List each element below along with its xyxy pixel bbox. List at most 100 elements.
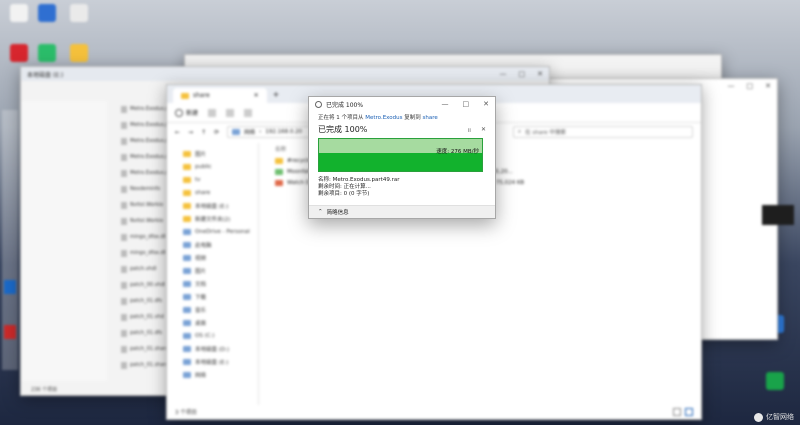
sidebar-item-label: 下载 [195, 294, 207, 301]
progress-heading: 已完成 100% ॥ ✕ [318, 124, 486, 135]
sidebar-item[interactable]: public [167, 160, 258, 173]
sidebar-item[interactable]: 视频 [167, 251, 258, 264]
folder-icon [183, 176, 191, 183]
folder-icon [183, 319, 191, 326]
paste-icon[interactable] [244, 108, 253, 117]
back-window-nav [21, 101, 107, 381]
sidebar-item[interactable]: 网络 [167, 368, 258, 381]
sidebar-item[interactable]: 文档 [167, 277, 258, 290]
dest-link[interactable]: share [422, 115, 437, 121]
dialog-title: 已完成 100% [326, 101, 364, 109]
search-placeholder: 在 share 中搜索 [525, 130, 566, 136]
copy-prefix: 正在将 1 个项目从 [318, 115, 364, 121]
list-item-label: Nvtlol.Workio [130, 202, 164, 208]
sidebar-item[interactable]: 图片 [167, 264, 258, 277]
list-item-label: patch.vhdl [130, 266, 157, 272]
less-details-button[interactable]: ⌃ 简略信息 [309, 205, 495, 218]
tab-label: share [193, 92, 210, 99]
sidebar-item-label: 桌面 [195, 320, 207, 327]
search-input[interactable]: ⌕ 在 share 中搜索 [513, 126, 693, 138]
sidebar-item-label: public [195, 163, 212, 170]
list-item-label: patch_01.vhd [130, 314, 164, 320]
refresh-icon[interactable]: ⟳ [214, 129, 219, 136]
desktop-icon[interactable] [4, 325, 16, 339]
tab-share[interactable]: share ✕ [173, 88, 267, 103]
folder-icon [181, 92, 189, 99]
item-count: 3 个项目 [175, 410, 197, 416]
pause-icon[interactable]: ॥ [467, 126, 471, 134]
folder-icon [183, 254, 191, 261]
desktop-icon[interactable] [36, 44, 58, 62]
tiles-view-icon[interactable] [685, 408, 693, 416]
back-window-title: 本地磁盘 (E:) [27, 71, 64, 79]
desktop-icon[interactable] [8, 4, 30, 22]
sidebar-item-label: OneDrive - Personal [195, 228, 250, 235]
close-icon[interactable]: ✕ [254, 92, 259, 99]
file-name-line: 名称: Metro.Exodus.part49.rar [318, 177, 400, 183]
list-item-label: patch_00.vhdl [130, 282, 166, 288]
k5-player-icon[interactable] [766, 372, 784, 390]
less-details-label: 简略信息 [326, 210, 349, 216]
sidebar-item[interactable]: 音乐 [167, 303, 258, 316]
list-item-label: Nvtlol.Workio [130, 218, 164, 224]
desktop-icon[interactable] [68, 4, 90, 22]
sidebar-item[interactable]: tv [167, 173, 258, 186]
desktop-icon[interactable] [8, 44, 30, 62]
sidebar-item-label: 本地磁盘 (E:) [195, 359, 229, 366]
sidebar-item[interactable]: 下载 [167, 290, 258, 303]
list-item-label: mingo_dfox.dll [130, 234, 167, 240]
minimize-icon[interactable]: — [442, 100, 449, 108]
sidebar-item[interactable]: OS (C:) [167, 329, 258, 342]
sidebar-item[interactable]: 桌面 [167, 316, 258, 329]
file-icon [121, 137, 127, 145]
folder-icon [183, 345, 191, 352]
file-icon [121, 265, 127, 273]
file-icon [121, 249, 127, 257]
sidebar-item-label: OS (C:) [195, 332, 215, 339]
back-arrow-icon[interactable]: ← [175, 129, 180, 136]
cut-icon[interactable] [208, 108, 217, 117]
file-icon [121, 281, 127, 289]
progress-heading-text: 已完成 100% [318, 125, 368, 134]
breadcrumb-host[interactable]: 192.168.0.20 [265, 129, 302, 135]
sidebar-item[interactable]: 本地磁盘 (E:) [167, 199, 258, 212]
sidebar-item[interactable]: 此电脑 [167, 238, 258, 251]
speed-chart: 速度: 276 MB/秒 [318, 138, 483, 172]
navigation-pane: 图片 public tv share 本地磁盘 (E:) 新建文件夹(2) OneDrive… [167, 143, 259, 405]
sidebar-item[interactable]: 新建文件夹(2) [167, 212, 258, 225]
breadcrumb-network[interactable]: 网络 [244, 128, 255, 136]
copy-mid: 复制到 [404, 115, 421, 121]
sidebar-item[interactable]: share [167, 186, 258, 199]
cancel-icon[interactable]: ✕ [481, 126, 486, 134]
folder-icon [183, 189, 191, 196]
watermark-logo-icon [754, 412, 763, 422]
up-arrow-icon[interactable]: ↑ [201, 129, 206, 136]
items-remaining-line: 剩余项目: 0 (0 字节) [318, 191, 370, 197]
close-icon[interactable]: ✕ [483, 100, 489, 108]
desktop-icon[interactable] [68, 44, 90, 62]
source-link[interactable]: Metro.Exodus [365, 115, 402, 121]
folder-icon [183, 280, 191, 287]
file-icon [121, 361, 127, 369]
maximize-icon[interactable]: □ [463, 100, 470, 108]
sidebar-item[interactable]: 本地磁盘 (E:) [167, 355, 258, 368]
sidebar-item[interactable]: 图片 [167, 147, 258, 160]
folder-icon [183, 371, 191, 378]
file-icon [121, 169, 127, 177]
new-button[interactable]: 新建 [175, 108, 198, 117]
sidebar-item[interactable]: 本地磁盘 (D:) [167, 342, 258, 355]
list-item-label: patch_01.share [130, 362, 169, 368]
desktop-icon[interactable] [36, 4, 58, 22]
list-item-label: mingo_dfox.dll [130, 250, 167, 256]
folder-icon [183, 267, 191, 274]
folder-icon [183, 306, 191, 313]
details-view-icon[interactable] [673, 408, 681, 416]
copy-icon[interactable] [226, 108, 235, 117]
file-icon [121, 185, 127, 193]
forward-arrow-icon[interactable]: → [188, 129, 193, 136]
sidebar-item[interactable]: OneDrive - Personal [167, 225, 258, 238]
desktop-icon[interactable] [4, 280, 16, 294]
sidebar-item-label: 文档 [195, 281, 207, 288]
add-tab-icon[interactable]: + [273, 90, 280, 99]
list-item-label: Metro.Exodus.p [130, 138, 169, 144]
